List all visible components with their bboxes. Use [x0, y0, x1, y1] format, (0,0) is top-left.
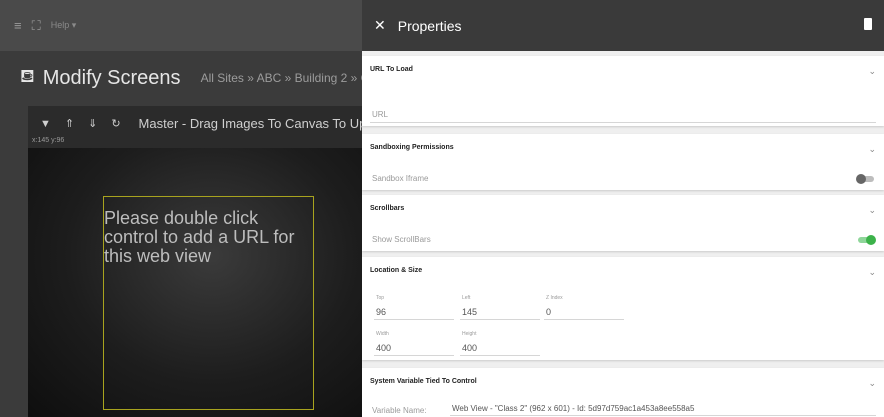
- chevron-down-icon[interactable]: ⌄: [868, 267, 876, 278]
- top-underline: [374, 319, 454, 320]
- screen-editor: ▼ ⇑ ⇓ ↻ Master - Drag Images To Canvas T…: [28, 106, 377, 417]
- screens-icon: ⛾: [20, 66, 35, 86]
- section-system-variable: System Variable Tied To Control ⌄ Variab…: [362, 368, 884, 417]
- properties-panel: ✕ Properties URL To Load ⌄ URL Sandboxin…: [362, 0, 884, 417]
- height-underline: [460, 355, 540, 356]
- section-sandbox: Sandboxing Permissions ⌄ Sandbox Iframe: [362, 134, 884, 190]
- section-location-title[interactable]: Location & Size: [370, 267, 422, 274]
- page-title: Modify Screens: [42, 66, 181, 89]
- editor-canvas[interactable]: Please double click control to add a URL…: [28, 148, 362, 417]
- chevron-down-icon[interactable]: ⌄: [868, 66, 876, 77]
- url-underline: [370, 122, 876, 123]
- cursor-coords: x:145 y:96: [32, 137, 65, 144]
- menu-icon[interactable]: ≡: [14, 18, 22, 33]
- sandbox-toggle-label: Sandbox Iframe: [372, 174, 429, 183]
- editor-title: Master - Drag Images To Canvas To Uplo: [138, 116, 377, 131]
- section-scrollbars-title[interactable]: Scrollbars: [370, 205, 404, 212]
- variable-name-label: Variable Name:: [372, 406, 427, 415]
- width-field[interactable]: 400: [376, 343, 391, 353]
- fullscreen-icon[interactable]: ⛶: [32, 18, 41, 34]
- section-scrollbars: Scrollbars ⌄ Show ScrollBars: [362, 195, 884, 251]
- webview-message: Please double click control to add a URL…: [104, 208, 295, 266]
- chevron-down-icon[interactable]: ⌄: [868, 378, 876, 389]
- section-url-title[interactable]: URL To Load: [370, 66, 413, 73]
- top-label: Top: [376, 295, 385, 301]
- variable-name-value[interactable]: Web View - "Class 2" (962 x 601) - Id: 5…: [452, 404, 694, 413]
- refresh-icon[interactable]: ↻: [111, 117, 120, 130]
- scrollbars-toggle-label: Show ScrollBars: [372, 235, 431, 244]
- upload-icon[interactable]: ⇑: [65, 117, 74, 130]
- zindex-underline: [544, 319, 624, 320]
- scrollbars-toggle[interactable]: [858, 235, 876, 245]
- chevron-down-icon[interactable]: ⌄: [868, 144, 876, 155]
- zindex-field[interactable]: 0: [546, 307, 551, 317]
- section-url: URL To Load ⌄ URL: [362, 56, 884, 126]
- chevron-down-icon[interactable]: ⌄: [868, 205, 876, 216]
- help-menu[interactable]: Help ▾: [51, 20, 77, 31]
- save-icon[interactable]: ▼: [40, 118, 51, 130]
- toggle-knob: [866, 235, 876, 245]
- section-sandbox-title[interactable]: Sandboxing Permissions: [370, 144, 454, 151]
- section-location-size: Location & Size ⌄ Top 96 Left 145 Z Inde…: [362, 257, 884, 360]
- top-field[interactable]: 96: [376, 307, 386, 317]
- app-topbar: ≡ ⛶ Help ▾: [0, 0, 362, 51]
- width-underline: [374, 355, 454, 356]
- trash-icon[interactable]: [864, 18, 872, 30]
- zindex-label: Z Index: [546, 295, 563, 301]
- height-label: Height: [462, 331, 477, 337]
- download-icon[interactable]: ⇓: [88, 117, 97, 130]
- editor-toolbar: ▼ ⇑ ⇓ ↻ Master - Drag Images To Canvas T…: [28, 106, 377, 148]
- width-label: Width: [376, 331, 389, 337]
- toggle-knob: [856, 174, 866, 184]
- webview-control[interactable]: Please double click control to add a URL…: [103, 196, 314, 410]
- sandbox-toggle[interactable]: [856, 174, 874, 184]
- left-underline: [460, 319, 540, 320]
- close-icon[interactable]: ✕: [374, 17, 386, 34]
- properties-title: Properties: [397, 17, 462, 34]
- breadcrumb[interactable]: All Sites » ABC » Building 2 » Cla: [201, 71, 379, 85]
- left-field[interactable]: 145: [462, 307, 477, 317]
- left-label: Left: [462, 295, 471, 301]
- height-field[interactable]: 400: [462, 343, 477, 353]
- url-input[interactable]: URL: [372, 110, 388, 119]
- page-heading: ⛾ Modify Screens All Sites » ABC » Build…: [20, 66, 379, 90]
- properties-header: ✕ Properties: [362, 0, 884, 51]
- variable-underline: [450, 415, 876, 416]
- section-system-variable-title[interactable]: System Variable Tied To Control: [370, 378, 477, 385]
